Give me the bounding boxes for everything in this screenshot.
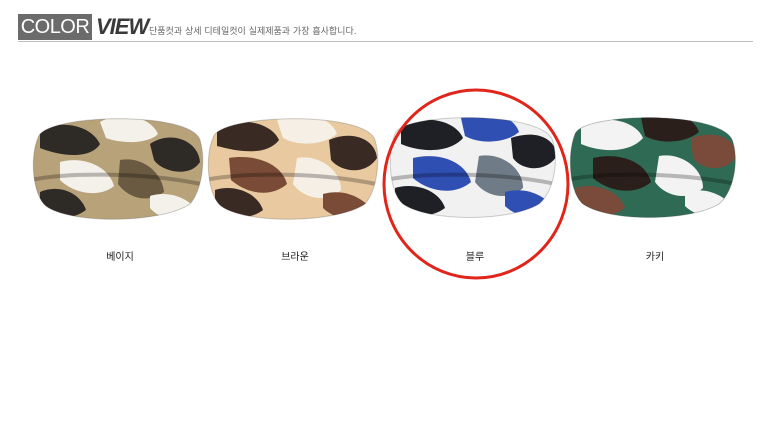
product-option-khaki[interactable]: 카키 <box>565 100 745 270</box>
product-label: 베이지 <box>106 252 134 263</box>
color-view-header: COLOR VIEW 단품컷과 상세 디테일컷이 실제제품과 가장 흡사합니다. <box>18 14 753 42</box>
product-label: 블루 <box>465 252 485 263</box>
color-title-badge: COLOR <box>18 14 92 40</box>
header-subtitle: 단품컷과 상세 디테일컷이 실제제품과 가장 흡사합니다. <box>149 27 357 37</box>
view-title: VIEW <box>96 14 149 39</box>
eyeglass-case-image <box>569 117 736 218</box>
eyeglass-case-image <box>389 117 556 218</box>
eyeglass-case-image <box>207 118 379 220</box>
product-option-beige[interactable]: 베이지 <box>30 100 210 270</box>
header-divider <box>18 41 753 42</box>
product-label: 카키 <box>645 252 665 263</box>
product-label: 브라운 <box>281 252 309 263</box>
eyeglass-case-image <box>32 118 204 220</box>
product-option-brown[interactable]: 브라운 <box>205 100 385 270</box>
product-option-blue[interactable]: 블루 <box>385 100 565 270</box>
